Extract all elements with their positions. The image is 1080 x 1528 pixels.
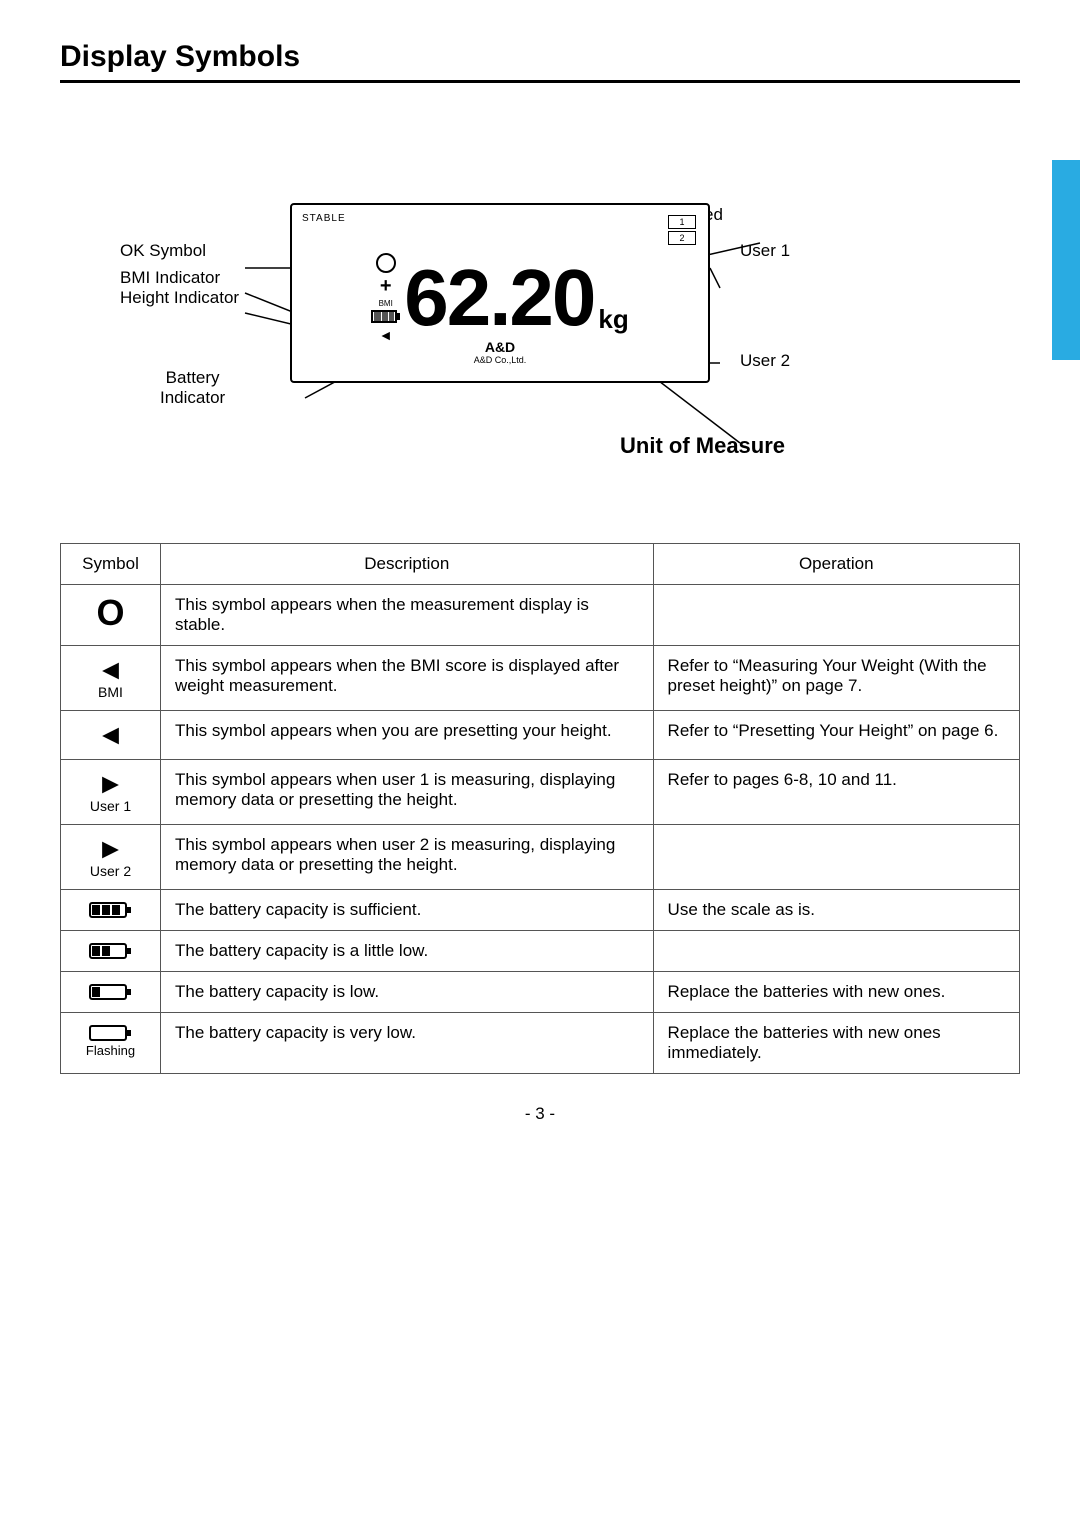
diagram-area: OK Symbol Weight Measured BMI Indicator … [60, 113, 1020, 513]
operation-cell: Refer to pages 6-8, 10 and 11. [653, 760, 1019, 825]
operation-cell: Refer to “Measuring Your Weight (With th… [653, 646, 1019, 711]
symbol-o: O [75, 595, 146, 631]
description-cell: The battery capacity is sufficient. [161, 890, 654, 931]
scale-main: + BMI ◄ 62.20 kg [304, 243, 696, 343]
description-cell: This symbol appears when the measurement… [161, 585, 654, 646]
bat-verylow-svg [89, 1023, 133, 1043]
bmi-triangle: ◄ [379, 327, 393, 343]
symbol-cell [61, 890, 161, 931]
user2-label: User 2 [740, 351, 790, 371]
and-logo: A&D A&D Co.,Ltd. [474, 339, 527, 365]
ok-circle [376, 253, 396, 273]
operation-cell [653, 931, 1019, 972]
table-row: ► User 1 This symbol appears when user 1… [61, 760, 1020, 825]
page-number: - 3 - [60, 1104, 1020, 1124]
symbol-cell: ◄ [61, 711, 161, 760]
symbol-cell: ► User 2 [61, 825, 161, 890]
symbol-triangle-right-user2: ► [75, 835, 146, 863]
battery-low-symbol [75, 982, 146, 1002]
unit-of-measure-label: Unit of Measure [620, 433, 785, 459]
description-cell: This symbol appears when user 1 is measu… [161, 760, 654, 825]
table-row: O This symbol appears when the measureme… [61, 585, 1020, 646]
table-row: ◄ This symbol appears when you are prese… [61, 711, 1020, 760]
battery-indicator-label: BatteryIndicator [160, 368, 225, 408]
bat-medium-svg [89, 941, 133, 961]
col-description: Description [161, 544, 654, 585]
battery-display [371, 310, 400, 323]
operation-cell [653, 585, 1019, 646]
symbol-triangle-left-bmi: ◄ [75, 656, 146, 684]
description-cell: This symbol appears when you are presett… [161, 711, 654, 760]
symbol-cell [61, 972, 161, 1013]
description-cell: This symbol appears when the BMI score i… [161, 646, 654, 711]
table-row: The battery capacity is a little low. [61, 931, 1020, 972]
table-row: Flashing The battery capacity is very lo… [61, 1013, 1020, 1074]
symbol-cell: O [61, 585, 161, 646]
symbol-triangle-right-user1: ► [75, 770, 146, 798]
and-brand: A&D [474, 339, 527, 355]
table-row: ◄ BMI This symbol appears when the BMI s… [61, 646, 1020, 711]
symbol-cell: ◄ BMI [61, 646, 161, 711]
bat-full-svg [89, 900, 133, 920]
page-title: Display Symbols [60, 40, 1020, 83]
table-row: ► User 2 This symbol appears when user 2… [61, 825, 1020, 890]
scale-unit: kg [598, 304, 628, 335]
description-cell: This symbol appears when user 2 is measu… [161, 825, 654, 890]
table-row: The battery capacity is sufficient. Use … [61, 890, 1020, 931]
plus-symbol: + [380, 275, 392, 298]
battery-verylow-symbol [75, 1023, 146, 1043]
table-header-row: Symbol Description Operation [61, 544, 1020, 585]
battery-body [371, 310, 397, 323]
symbol-triangle-left-height: ◄ [75, 721, 146, 749]
bat-low-svg [89, 982, 133, 1002]
battery-full-symbol [75, 900, 146, 920]
scale-left-indicators: + BMI ◄ [371, 253, 400, 343]
symbol-cell [61, 931, 161, 972]
bmi-indicator-label: BMI Indicator Height Indicator [120, 268, 239, 308]
user-indicator: 1 2 [668, 215, 696, 245]
user1-label: User 1 [740, 241, 790, 261]
and-brand-sub: A&D Co.,Ltd. [474, 355, 527, 365]
bat-seg2 [382, 312, 389, 321]
operation-cell: Replace the batteries with new ones imme… [653, 1013, 1019, 1074]
bat-seg3 [389, 312, 394, 321]
scale-digits: 62.20 [404, 258, 594, 338]
user-box-1: 1 [668, 215, 696, 229]
scale-top-bar: STABLE [302, 213, 698, 224]
bmi-label: BMI [75, 684, 146, 700]
operation-cell [653, 825, 1019, 890]
description-cell: The battery capacity is low. [161, 972, 654, 1013]
bat-tip [397, 313, 400, 320]
operation-cell: Replace the batteries with new ones. [653, 972, 1019, 1013]
user1-label-table: User 1 [75, 798, 146, 814]
operation-cell: Refer to “Presetting Your Height” on pag… [653, 711, 1019, 760]
table-row: The battery capacity is low. Replace the… [61, 972, 1020, 1013]
battery-medium-symbol [75, 941, 146, 961]
blue-sidebar-tab [1052, 160, 1080, 360]
operation-cell: Use the scale as is. [653, 890, 1019, 931]
symbols-table: Symbol Description Operation O This symb… [60, 543, 1020, 1074]
ok-symbol-label: OK Symbol [120, 241, 206, 261]
user-box-2: 2 [668, 231, 696, 245]
bat-seg1 [374, 312, 381, 321]
user2-label-table: User 2 [75, 863, 146, 879]
col-operation: Operation [653, 544, 1019, 585]
symbol-cell: ► User 1 [61, 760, 161, 825]
stable-label: STABLE [302, 213, 346, 224]
description-cell: The battery capacity is very low. [161, 1013, 654, 1074]
bmi-text: BMI [379, 299, 393, 308]
col-symbol: Symbol [61, 544, 161, 585]
flashing-label: Flashing [75, 1043, 146, 1058]
description-cell: The battery capacity is a little low. [161, 931, 654, 972]
scale-display: STABLE 1 2 + BMI [290, 203, 710, 383]
symbol-cell: Flashing [61, 1013, 161, 1074]
